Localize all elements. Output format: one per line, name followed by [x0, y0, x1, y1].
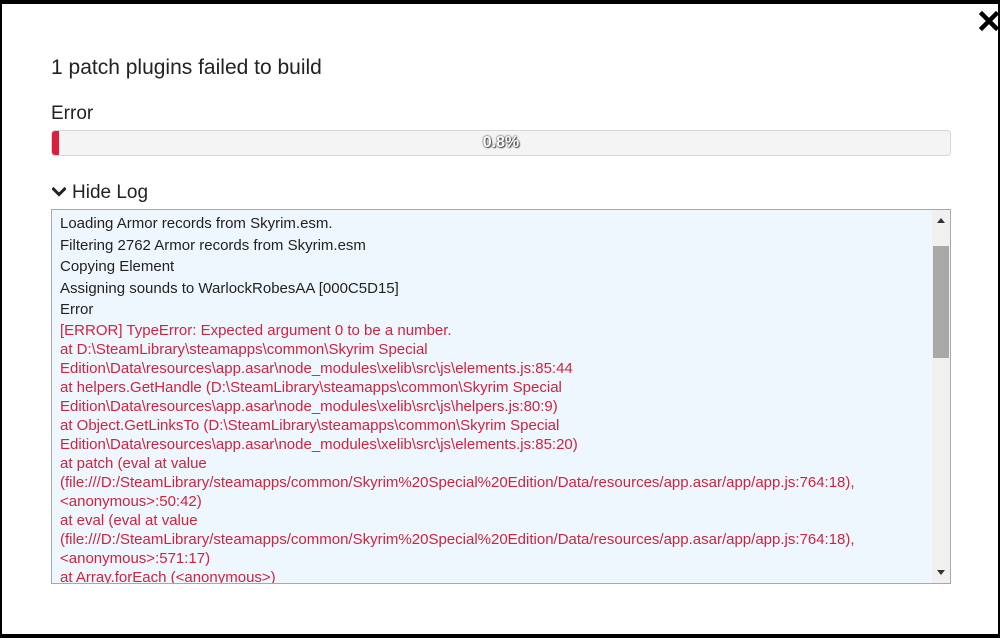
log-line: at D:\SteamLibrary\steamapps\common\Skyr…: [60, 340, 428, 358]
close-icon: [978, 10, 1000, 32]
log-line: Edition\Data\resources\app.asar\node_mod…: [60, 359, 573, 377]
caret-up-icon: [937, 218, 945, 223]
caret-down-icon: [937, 570, 945, 575]
log-panel[interactable]: Loading Armor records from Skyrim.esm. Fi…: [51, 209, 951, 584]
progress-bar: 0.8%: [51, 130, 951, 156]
log-line: <anonymous>:50:42): [60, 492, 202, 510]
hide-log-label: Hide Log: [72, 182, 149, 203]
log-line: Copying Element: [60, 258, 175, 275]
build-error-dialog: 1 patch plugins failed to build Error 0.…: [2, 4, 1000, 634]
log-line: Assigning sounds to WarlockRobesAA [000C…: [60, 279, 399, 297]
log-line: <anonymous>:571:17): [60, 549, 211, 567]
scroll-up-button[interactable]: [932, 212, 950, 230]
hide-log-toggle[interactable]: Hide Log: [51, 182, 149, 204]
close-button[interactable]: [978, 10, 1000, 32]
log-line: (file:///D:/SteamLibrary/steamapps/commo…: [60, 530, 855, 548]
log-line: Loading Armor records from Skyrim.esm.: [60, 215, 333, 232]
log-line: Edition\Data\resources\app.asar\node_mod…: [60, 397, 558, 415]
status-label: Error: [51, 103, 94, 124]
log-content: Loading Armor records from Skyrim.esm. Fi…: [60, 213, 928, 584]
log-line: Filtering 2762 Armor records from Skyrim…: [60, 236, 366, 254]
chevron-down-icon: [51, 182, 67, 204]
scroll-thumb[interactable]: [933, 246, 949, 358]
log-line: at eval (eval at value: [60, 511, 198, 529]
log-line: [ERROR] TypeError: Expected argument 0 t…: [60, 321, 452, 339]
scroll-down-button[interactable]: [932, 563, 950, 581]
log-line: Edition\Data\resources\app.asar\node_mod…: [60, 435, 578, 453]
log-line: at helpers.GetHandle (D:\SteamLibrary\st…: [60, 378, 562, 396]
log-line: (file:///D:/SteamLibrary/steamapps/commo…: [60, 473, 855, 491]
log-line: Error: [60, 301, 94, 318]
dialog-title: 1 patch plugins failed to build: [51, 56, 322, 79]
log-line: at Array.forEach (<anonymous>): [60, 568, 276, 584]
log-line: at Object.GetLinksTo (D:\SteamLibrary\st…: [60, 416, 560, 434]
progress-percent: 0.8%: [482, 134, 520, 151]
log-line: at patch (eval at value: [60, 454, 207, 472]
log-scrollbar[interactable]: [932, 210, 950, 583]
